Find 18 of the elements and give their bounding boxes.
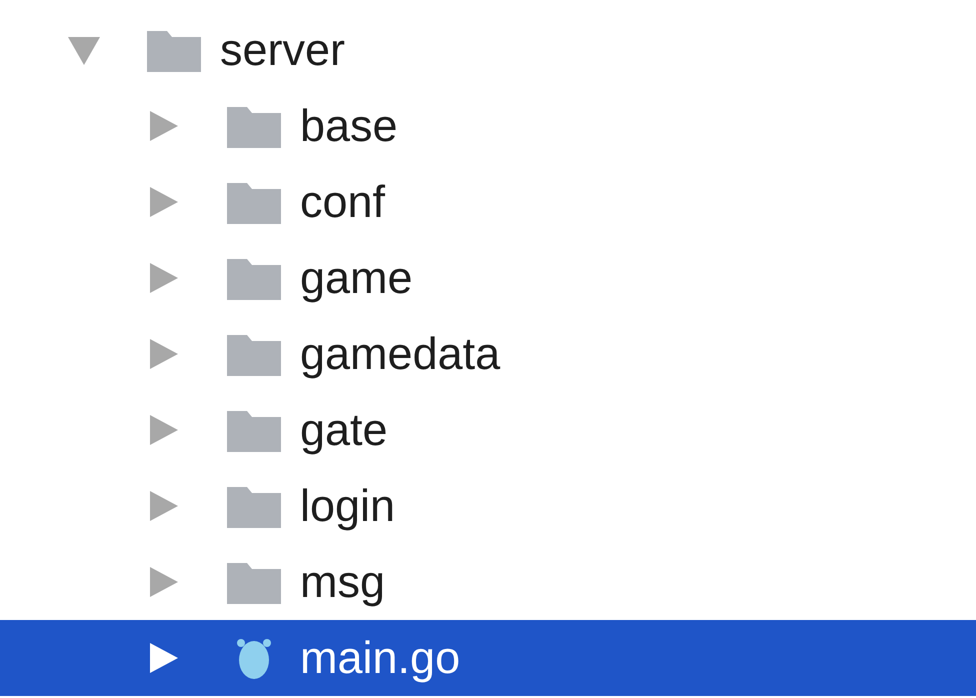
item-label: conf bbox=[300, 176, 386, 228]
tree-item[interactable]: gamedata bbox=[0, 316, 976, 392]
tree-item[interactable]: conf bbox=[0, 164, 976, 240]
tree-item[interactable]: server bbox=[0, 12, 976, 88]
item-label: base bbox=[300, 100, 398, 152]
item-label: gamedata bbox=[300, 328, 500, 380]
item-label: server bbox=[220, 24, 346, 76]
item-label: game bbox=[300, 252, 413, 304]
tree-item[interactable]: base bbox=[0, 88, 976, 164]
tree-item[interactable]: login bbox=[0, 468, 976, 544]
item-label: msg bbox=[300, 556, 386, 608]
item-label: login bbox=[300, 480, 396, 532]
tree-item[interactable]: gate bbox=[0, 392, 976, 468]
tree-item[interactable]: game bbox=[0, 240, 976, 316]
item-label: gate bbox=[300, 404, 388, 456]
tree-item[interactable]: msg bbox=[0, 544, 976, 620]
item-label: main.go bbox=[300, 632, 460, 684]
tree-item[interactable]: main.go bbox=[0, 620, 976, 696]
